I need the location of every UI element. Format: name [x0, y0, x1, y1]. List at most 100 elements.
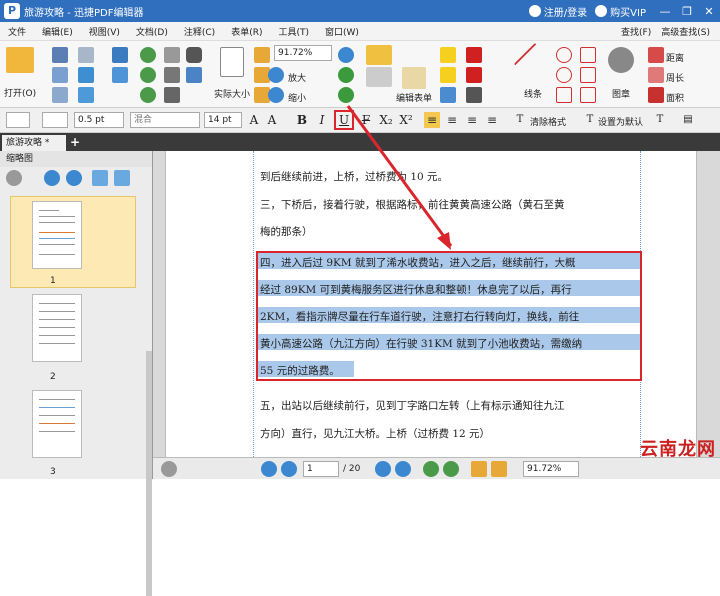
back-icon[interactable]	[140, 47, 156, 63]
rectangle-icon[interactable]	[556, 87, 572, 103]
area-icon[interactable]	[648, 87, 664, 103]
menu-file[interactable]: 文件	[0, 25, 34, 38]
thumbnail-page-number: 1	[50, 276, 56, 286]
first-page-icon[interactable]	[261, 461, 277, 477]
camera-icon[interactable]	[186, 47, 202, 63]
forward-icon[interactable]	[140, 67, 156, 83]
undo-icon[interactable]	[112, 47, 128, 63]
thumb-zoom-out-icon[interactable]	[66, 170, 82, 186]
advanced-find-button[interactable]: 高级查找(S)	[661, 25, 710, 38]
perimeter-icon[interactable]	[648, 67, 664, 83]
redo-icon[interactable]	[112, 67, 128, 83]
ribbon-toolbar: 打开(O) 实际大小 91.72% 放大 缩小 编辑表单 线条 图章 距离 周长…	[0, 41, 720, 108]
select-text-icon[interactable]	[164, 67, 180, 83]
nav-forward-icon[interactable]	[443, 461, 459, 477]
area-label[interactable]: 面积	[666, 91, 684, 104]
settings-gear-icon[interactable]	[161, 461, 177, 477]
text-icon[interactable]	[440, 87, 456, 103]
thumbnail-scrollbar[interactable]	[146, 351, 152, 596]
thumb-zoom-in-icon[interactable]	[44, 170, 60, 186]
typewriter-icon[interactable]	[440, 67, 456, 83]
zoom-magnifier-icon[interactable]	[338, 47, 354, 63]
zoom-in-icon[interactable]	[268, 67, 284, 83]
eraser-icon[interactable]	[78, 67, 94, 83]
save-icon[interactable]	[52, 47, 68, 63]
sound-icon[interactable]	[466, 87, 482, 103]
actual-size-icon[interactable]	[220, 47, 244, 77]
next-icon[interactable]	[140, 87, 156, 103]
thumbnail-panel-title: 缩略图	[0, 151, 152, 167]
lines-label: 线条	[524, 90, 543, 100]
menu-document[interactable]: 文档(D)	[128, 25, 176, 38]
thumbnail-page-1[interactable]	[32, 201, 82, 269]
single-page-icon[interactable]	[471, 461, 487, 477]
hand-icon[interactable]	[164, 47, 180, 63]
zoom-select[interactable]: 91.72%	[274, 45, 332, 61]
thumbnail-page-3[interactable]	[32, 390, 82, 458]
gear-icon[interactable]	[6, 170, 22, 186]
line-icon[interactable]	[513, 42, 557, 86]
text-line[interactable]: 方向）直行，见九江大桥。上桥（过桥费 12 元）	[260, 426, 490, 441]
buy-vip-link[interactable]: 购买VIP	[595, 4, 646, 19]
text-line[interactable]: 五，出站以后继续前行，见到丁字路口左转（上有标示通知往九江	[260, 398, 565, 413]
rotate-left-icon[interactable]	[92, 170, 108, 186]
select-icon[interactable]	[186, 67, 202, 83]
cloud-icon[interactable]	[580, 67, 596, 83]
thumbnail-page-2[interactable]	[32, 294, 82, 362]
login-link[interactable]: 注册/登录	[528, 4, 588, 19]
rotate-back-icon[interactable]	[338, 87, 354, 103]
form-icon[interactable]	[366, 67, 392, 87]
mail-icon[interactable]	[52, 87, 68, 103]
zoom-out-label[interactable]: 缩小	[288, 91, 306, 104]
menu-bar: 文件 编辑(E) 视图(V) 文档(D) 注释(C) 表单(R) 工具(T) 窗…	[0, 22, 720, 41]
tab-document[interactable]: 旅游攻略 *	[2, 135, 66, 151]
stamp-icon[interactable]	[608, 47, 634, 73]
login-label: 注册/登录	[543, 7, 588, 19]
text-box-icon[interactable]	[440, 47, 456, 63]
comment-icon[interactable]	[366, 45, 392, 65]
distance-label[interactable]: 距离	[666, 51, 684, 64]
minimize-button[interactable]: —	[654, 5, 676, 18]
menu-window[interactable]: 窗口(W)	[317, 25, 367, 38]
rotate-icon[interactable]	[338, 67, 354, 83]
distance-icon[interactable]	[648, 47, 664, 63]
new-tab-button[interactable]: +	[70, 133, 80, 151]
zoom-tool-icon[interactable]	[164, 87, 180, 103]
zoom-in-label[interactable]: 放大	[288, 71, 306, 84]
prev-page-icon[interactable]	[281, 461, 297, 477]
page-icon[interactable]	[78, 47, 94, 63]
edit-form-icon[interactable]	[402, 67, 426, 89]
note-icon[interactable]	[466, 47, 482, 63]
polygon-icon[interactable]	[556, 47, 572, 63]
menu-view[interactable]: 视图(V)	[81, 25, 128, 38]
pin-icon[interactable]	[466, 67, 482, 83]
last-page-icon[interactable]	[395, 461, 411, 477]
zoom-out-icon[interactable]	[268, 87, 284, 103]
page-number-input[interactable]: 1	[303, 461, 339, 477]
continuous-icon[interactable]	[491, 461, 507, 477]
edit-form-label: 编辑表单	[396, 94, 433, 104]
menu-comment[interactable]: 注释(C)	[176, 25, 223, 38]
perimeter-label[interactable]: 周长	[666, 71, 684, 84]
arrow-icon[interactable]	[78, 87, 94, 103]
rotate-right-icon[interactable]	[114, 170, 130, 186]
arc-icon[interactable]	[580, 87, 596, 103]
find-button[interactable]: 查找(F)	[621, 25, 651, 38]
open-folder-icon[interactable]	[6, 47, 34, 73]
menu-form[interactable]: 表单(R)	[223, 25, 270, 38]
print-icon[interactable]	[52, 67, 68, 83]
ellipse-icon[interactable]	[556, 67, 572, 83]
status-zoom-select[interactable]: 91.72%	[523, 461, 579, 477]
nav-back-icon[interactable]	[423, 461, 439, 477]
close-button[interactable]: ✕	[698, 5, 720, 18]
menu-edit[interactable]: 编辑(E)	[34, 25, 81, 38]
next-page-icon[interactable]	[375, 461, 391, 477]
polyline-icon[interactable]	[580, 47, 596, 63]
title-bar: P 旅游攻略 - 迅捷PDF编辑器 注册/登录 购买VIP — ❐ ✕	[0, 0, 720, 22]
menu-tools[interactable]: 工具(T)	[270, 25, 317, 38]
fit-page-icon[interactable]	[254, 47, 270, 63]
line-style-select[interactable]	[42, 112, 68, 128]
restore-button[interactable]: ❐	[676, 5, 698, 18]
line-width-select[interactable]: 0.5 pt	[74, 112, 124, 128]
color-select[interactable]	[6, 112, 30, 128]
